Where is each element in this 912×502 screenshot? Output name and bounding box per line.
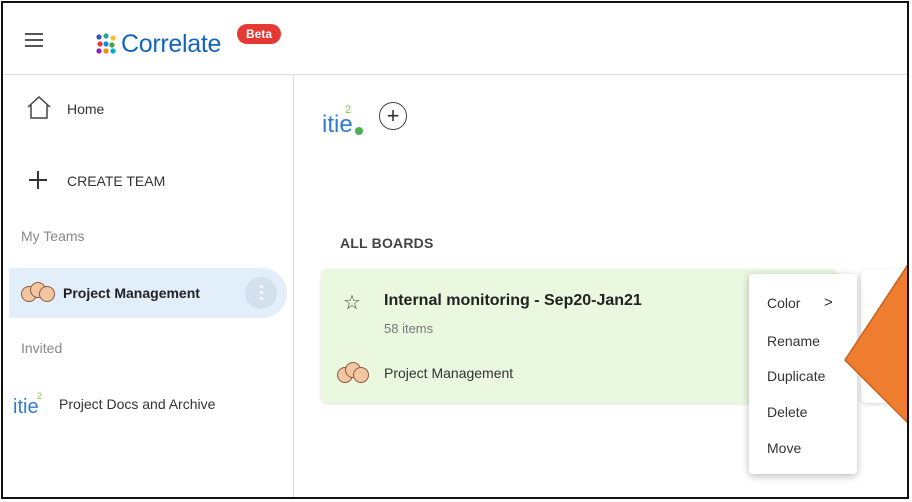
invited-heading: Invited xyxy=(21,340,63,356)
svg-text:2: 2 xyxy=(37,391,42,401)
sidebar-item-project-management[interactable]: Project Management xyxy=(9,268,287,318)
star-icon[interactable]: ☆ xyxy=(343,290,361,315)
sidebar-item-label: Project Docs and Archive xyxy=(59,396,216,412)
pointer-arrow-icon xyxy=(844,264,907,424)
app-name: Correlate xyxy=(121,30,222,58)
create-team-label: CREATE TEAM xyxy=(67,173,166,189)
menu-item-duplicate[interactable]: Duplicate xyxy=(767,368,825,384)
home-icon xyxy=(27,95,51,119)
sidebar-item-label: Project Management xyxy=(63,285,200,301)
app-window: Correlate Beta Home CREATE TEAM My Teams… xyxy=(1,1,909,499)
sidebar-item-project-docs[interactable]: itie 2 Project Docs and Archive xyxy=(3,385,293,419)
top-bar: Correlate Beta xyxy=(3,3,907,75)
menu-item-rename[interactable]: Rename xyxy=(767,333,820,349)
sidebar: Home CREATE TEAM My Teams Project Manage… xyxy=(3,75,294,497)
all-boards-heading: ALL BOARDS xyxy=(340,235,434,251)
sidebar-item-label: Home xyxy=(67,101,105,117)
menu-item-move[interactable]: Move xyxy=(767,440,801,456)
create-team-button[interactable]: CREATE TEAM xyxy=(3,167,293,197)
plus-icon xyxy=(29,171,47,189)
correlate-logo-icon xyxy=(96,33,116,54)
board-item-count: 58 items xyxy=(384,321,434,336)
team-avatar xyxy=(21,280,55,306)
menu-item-color[interactable]: Color xyxy=(767,295,800,311)
svg-text:itie: itie xyxy=(13,396,39,417)
board-team-name: Project Management xyxy=(384,365,514,381)
beta-badge: Beta xyxy=(237,24,282,44)
more-options-icon[interactable] xyxy=(245,277,277,309)
menu-icon[interactable] xyxy=(25,33,43,47)
menu-item-delete[interactable]: Delete xyxy=(767,404,807,420)
team-avatar xyxy=(337,361,371,387)
my-teams-heading: My Teams xyxy=(21,228,85,244)
sidebar-item-home[interactable]: Home xyxy=(3,91,293,127)
board-title: Internal monitoring - Sep20-Jan21 xyxy=(384,292,642,309)
add-team-icon[interactable]: + xyxy=(379,102,407,130)
chevron-right-icon: > xyxy=(824,294,833,311)
itie-logo-icon: itie 2 xyxy=(13,391,42,417)
team-itie-avatar[interactable]: itie 2 xyxy=(321,100,365,138)
svg-text:2: 2 xyxy=(345,104,351,116)
